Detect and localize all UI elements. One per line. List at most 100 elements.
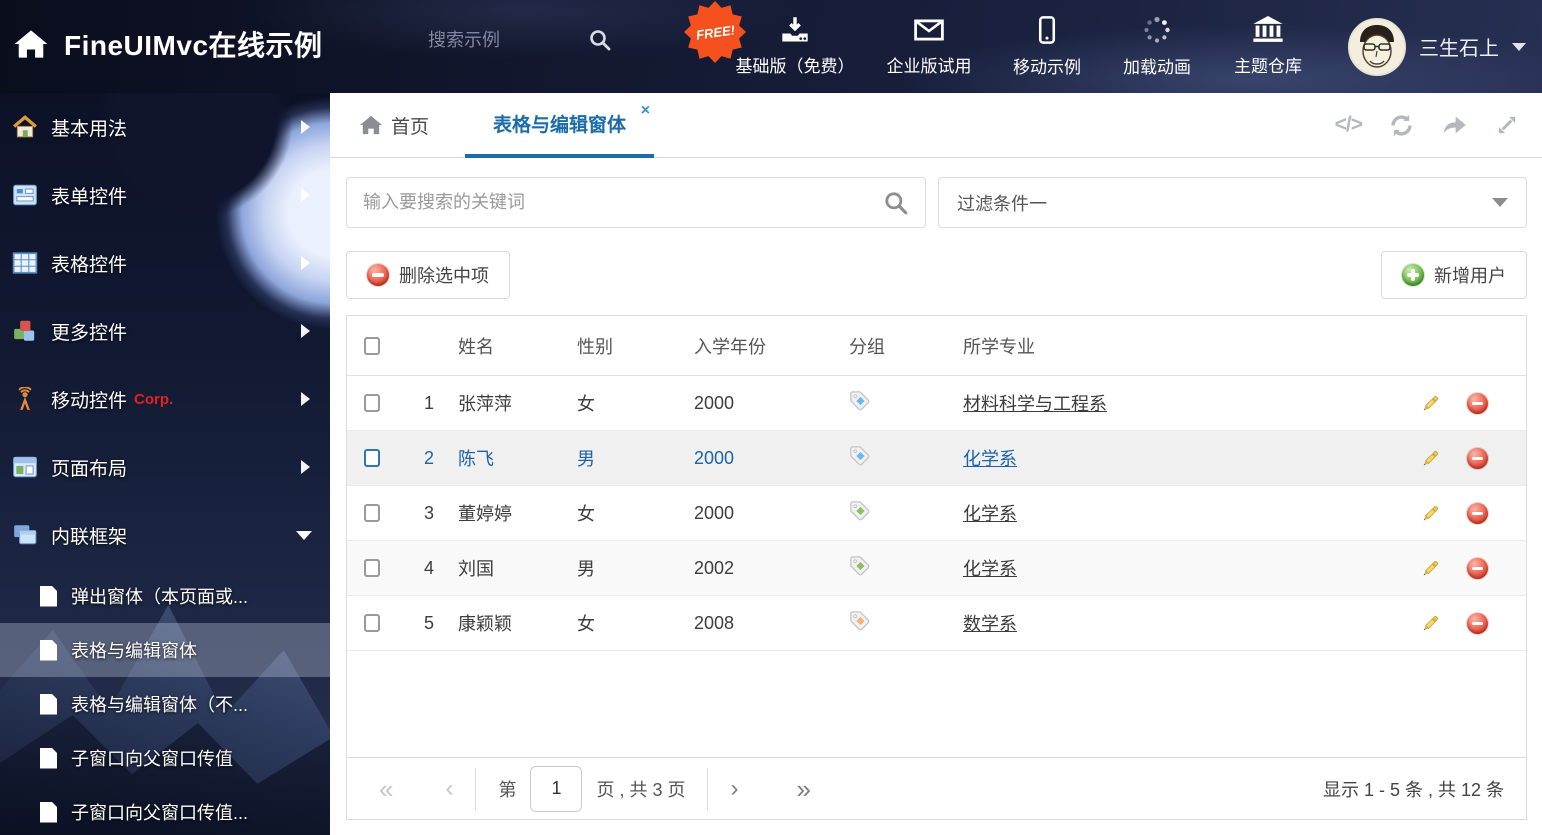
table-row[interactable]: 5 康颖颖 女 2008 数学系 [347, 596, 1526, 651]
cell-gender: 女 [577, 504, 595, 524]
sidebar-subitem-grid-edit-window-2[interactable]: 表格与编辑窗体（不... [0, 677, 330, 731]
prev-page-button[interactable]: ‹ [445, 776, 453, 801]
edit-icon[interactable] [1420, 613, 1441, 634]
table-row[interactable]: 1 张萍萍 女 2000 材料科学与工程系 [347, 376, 1526, 431]
page-number-input[interactable] [530, 765, 583, 812]
major-link[interactable]: 化学系 [963, 449, 1017, 469]
column-header-major: 所学专业 [963, 336, 1035, 357]
row-number: 3 [423, 502, 434, 523]
page-prefix: 第 [498, 779, 517, 800]
sidebar-item-label: 页面布局 [51, 458, 128, 480]
edit-icon[interactable] [1420, 448, 1441, 469]
tag-icon [850, 445, 870, 465]
edit-icon[interactable] [1420, 393, 1441, 414]
keyword-search-input[interactable] [363, 192, 883, 213]
row-checkbox[interactable] [364, 504, 380, 522]
sidebar-subitem-child-to-parent-2[interactable]: 子窗口向父窗口传值... [0, 785, 330, 835]
column-header-name: 姓名 [458, 336, 494, 357]
last-page-button[interactable]: » [796, 776, 810, 802]
tab-grid-edit-window[interactable]: 表格与编辑窗体 × [465, 94, 655, 158]
table-row[interactable]: 2 陈飞 男 2000 化学系 [347, 431, 1526, 486]
nav-enterprise-trial[interactable]: 企业版试用 [869, 0, 989, 93]
add-user-label: 新增用户 [1434, 266, 1506, 286]
row-checkbox[interactable] [364, 614, 380, 632]
tag-icon [850, 390, 870, 410]
delete-row-icon[interactable] [1467, 392, 1488, 414]
nav-label: 移动示例 [1013, 57, 1081, 77]
cubes-icon [14, 320, 35, 341]
sidebar-item-more-controls[interactable]: 更多控件 [0, 297, 330, 365]
bank-icon [1253, 16, 1283, 42]
edit-icon[interactable] [1420, 558, 1441, 579]
sidebar-subitem-label: 子窗口向父窗口传值 [71, 749, 233, 769]
cell-gender: 女 [577, 614, 595, 634]
row-checkbox[interactable] [364, 559, 380, 577]
divider [707, 767, 709, 810]
header-search [428, 28, 638, 52]
cell-group [839, 445, 947, 472]
tab-active-label: 表格与编辑窗体 [493, 115, 627, 136]
row-number: 2 [423, 447, 434, 468]
major-link[interactable]: 化学系 [963, 559, 1017, 579]
nav-mobile-demo[interactable]: 移动示例 [993, 0, 1101, 93]
open-in-new-icon[interactable] [1441, 112, 1468, 139]
add-user-button[interactable]: 新增用户 [1381, 251, 1527, 299]
tab-tools: </> [1335, 112, 1520, 139]
brand[interactable]: FineUIMvc在线示例 [14, 24, 323, 64]
delete-row-icon[interactable] [1467, 502, 1488, 524]
row-checkbox[interactable] [364, 449, 380, 467]
fullscreen-icon[interactable] [1494, 112, 1520, 138]
sidebar-item-basic-usage[interactable]: 基本用法 [0, 93, 330, 161]
sidebar-item-form-controls[interactable]: 表单控件 [0, 161, 330, 229]
filter-dropdown[interactable]: 过滤条件一 [938, 177, 1527, 228]
header-search-input[interactable] [428, 29, 588, 51]
sidebar-subitem-child-to-parent[interactable]: 子窗口向父窗口传值 [0, 731, 330, 785]
tab-home[interactable]: 首页 [360, 112, 429, 139]
cell-group [839, 500, 947, 527]
sidebar-item-iframe[interactable]: 内联框架 [0, 501, 330, 569]
chevron-right-icon [301, 392, 310, 406]
sidebar-subitem-label: 表格与编辑窗体（不... [71, 695, 249, 715]
nav-theme-store[interactable]: 主题仓库 [1213, 0, 1323, 93]
nav-loading-animation[interactable]: 加载动画 [1105, 0, 1209, 93]
table-row[interactable]: 3 董婷婷 女 2000 化学系 [347, 486, 1526, 541]
delete-row-icon[interactable] [1467, 612, 1488, 634]
nav-basic-edition[interactable]: 基础版（免费） [725, 0, 865, 93]
grid-toolbar: 删除选中项 新增用户 [346, 251, 1527, 299]
sidebar-subitem-grid-edit-window[interactable]: 表格与编辑窗体 [0, 623, 330, 677]
cell-year: 2000 [694, 392, 735, 413]
sidebar-item-label: 更多控件 [51, 322, 128, 344]
file-icon [40, 747, 57, 769]
user-menu[interactable]: 三生石上 [1348, 0, 1526, 93]
cell-year: 2000 [694, 502, 735, 523]
select-all-checkbox[interactable] [364, 336, 380, 355]
table-row[interactable]: 4 刘国 男 2002 化学系 [347, 541, 1526, 596]
search-icon[interactable] [588, 28, 612, 52]
download-icon [782, 16, 808, 42]
edit-icon[interactable] [1420, 503, 1441, 524]
view-source-icon[interactable]: </> [1335, 113, 1363, 137]
next-page-button[interactable]: › [730, 776, 738, 801]
major-link[interactable]: 材料科学与工程系 [963, 394, 1107, 414]
major-link[interactable]: 数学系 [963, 614, 1017, 634]
file-icon [40, 693, 57, 715]
close-icon[interactable]: × [641, 102, 650, 119]
frames-icon [14, 525, 37, 545]
first-page-button[interactable]: « [379, 776, 393, 802]
delete-row-icon[interactable] [1467, 447, 1488, 469]
sidebar-item-mobile-controls[interactable]: 移动控件 Corp. [0, 365, 330, 433]
major-link[interactable]: 化学系 [963, 504, 1017, 524]
sidebar-item-grid-controls[interactable]: 表格控件 [0, 229, 330, 297]
sidebar-subitem-popup-window[interactable]: 弹出窗体（本页面或... [0, 569, 330, 623]
home-icon [14, 30, 48, 58]
search-icon[interactable] [883, 190, 909, 216]
row-checkbox[interactable] [364, 394, 380, 412]
antenna-icon [18, 387, 32, 410]
delete-row-icon[interactable] [1467, 557, 1488, 579]
keyword-search-box [346, 177, 926, 228]
sidebar-item-page-layout[interactable]: 页面布局 [0, 433, 330, 501]
refresh-icon[interactable] [1388, 112, 1415, 139]
cell-year: 2002 [694, 557, 735, 578]
delete-selected-button[interactable]: 删除选中项 [346, 251, 510, 299]
chevron-down-icon [296, 530, 312, 540]
